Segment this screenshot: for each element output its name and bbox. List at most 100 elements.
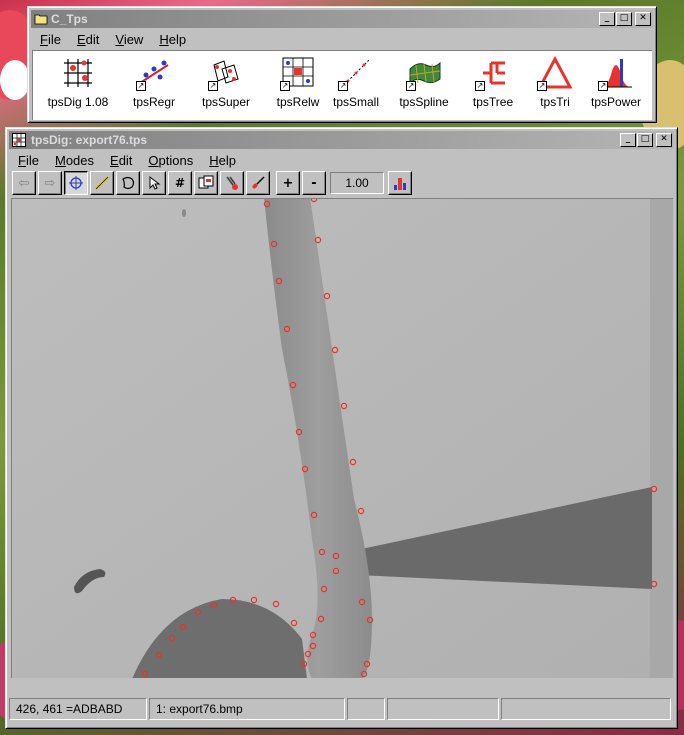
landmark-point[interactable] [314, 236, 322, 244]
menu-edit[interactable]: Edit [69, 30, 107, 49]
zoom-out-button[interactable]: - [302, 171, 326, 195]
histogram-icon [394, 178, 406, 190]
outline-button[interactable] [116, 171, 140, 195]
outline-icon [122, 176, 135, 190]
brush-button[interactable] [246, 171, 270, 195]
maximize-icon: □ [640, 134, 650, 144]
landmark-point[interactable] [650, 485, 658, 493]
landmark-point[interactable] [301, 465, 309, 473]
hash-icon: # [174, 176, 186, 190]
measure-button[interactable] [90, 171, 114, 195]
landmark-point[interactable] [366, 616, 374, 624]
menu-help[interactable]: Help [151, 30, 194, 49]
menu-file[interactable]: File [32, 30, 69, 49]
close-icon: ✕ [660, 134, 668, 144]
landmark-point[interactable] [363, 660, 371, 668]
landmark-point[interactable] [168, 634, 176, 642]
menu-help[interactable]: Help [201, 151, 244, 170]
tweezers-button[interactable] [220, 171, 244, 195]
landmark-point[interactable] [331, 346, 339, 354]
select-button[interactable] [142, 171, 166, 195]
landmark-point[interactable] [275, 277, 283, 285]
landmark-point[interactable] [360, 670, 368, 678]
app-tpspower[interactable]: ↗ tpsPower [579, 55, 653, 109]
maximize-icon: □ [619, 13, 629, 23]
landmark-point[interactable] [229, 596, 237, 604]
pointer-icon [149, 175, 161, 190]
landmark-point[interactable] [210, 601, 218, 609]
landmark-point[interactable] [332, 552, 340, 560]
menu-edit[interactable]: Edit [102, 151, 140, 170]
landmark-point[interactable] [194, 608, 202, 616]
previous-image-button[interactable]: ⇦ [12, 171, 36, 195]
minimize-icon: _ [604, 13, 610, 23]
close-icon: ✕ [639, 13, 647, 23]
shortcut-arrow-icon: ↗ [598, 81, 608, 91]
landmark-point[interactable] [179, 623, 187, 631]
maximize-button[interactable]: □ [616, 12, 632, 26]
status-coordinates: 426, 461 =ADBABD [9, 698, 147, 720]
landmark-point[interactable] [310, 199, 318, 203]
app-tpssmall[interactable]: ↗ tpsSmall [319, 55, 393, 109]
launcher-titlebar[interactable]: C_Tps _ □ ✕ [31, 10, 653, 28]
image-canvas[interactable] [11, 198, 673, 678]
menu-modes[interactable]: Modes [47, 151, 102, 170]
landmark-point[interactable] [141, 670, 149, 678]
landmark-point[interactable] [300, 660, 308, 668]
status-panel-5 [501, 698, 671, 720]
minimize-button[interactable]: _ [599, 12, 615, 26]
minimize-button[interactable]: _ [620, 133, 636, 147]
landmark-point[interactable] [349, 458, 357, 466]
landmark-point[interactable] [357, 507, 365, 515]
menu-options[interactable]: Options [140, 151, 201, 170]
tpsdig-titlebar[interactable]: tpsDig: export76.tps _ □ ✕ [9, 131, 674, 149]
close-button[interactable]: ✕ [656, 133, 672, 147]
copy-image-icon [198, 175, 214, 189]
digitize-landmarks-button[interactable] [64, 171, 88, 195]
landmark-point[interactable] [358, 598, 366, 606]
menu-file[interactable]: File [10, 151, 47, 170]
landmark-point[interactable] [250, 596, 258, 604]
landmark-point[interactable] [290, 619, 298, 627]
landmark-point[interactable] [289, 381, 297, 389]
landmark-point[interactable] [270, 240, 278, 248]
app-tpsspline[interactable]: ↗ tpsSpline [387, 55, 461, 109]
app-tpsdig[interactable]: tpsDig 1.08 [41, 55, 115, 109]
ruler-icon [94, 175, 110, 191]
zoom-in-button[interactable]: + [276, 171, 300, 195]
menu-view[interactable]: View [107, 30, 151, 49]
landmark-point[interactable] [309, 631, 317, 639]
close-button[interactable]: ✕ [635, 12, 651, 26]
app-tpssuper[interactable]: ↗ tpsSuper [189, 55, 263, 109]
landmark-point[interactable] [309, 642, 317, 650]
landmark-point[interactable] [272, 600, 280, 608]
landmark-point[interactable] [310, 511, 318, 519]
landmark-point[interactable] [323, 292, 331, 300]
landmark-point[interactable] [320, 585, 328, 593]
landmark-point[interactable] [295, 428, 303, 436]
landmark-point[interactable] [332, 567, 340, 575]
histogram-button[interactable] [388, 171, 412, 195]
zoom-level-field[interactable]: 1.00 [330, 172, 384, 194]
landmark-point[interactable] [318, 548, 326, 556]
landmark-point[interactable] [650, 580, 658, 588]
maximize-button[interactable]: □ [637, 133, 653, 147]
landmark-overlay [141, 199, 658, 678]
shortcut-arrow-icon: ↗ [136, 81, 146, 91]
shortcut-arrow-icon: ↗ [338, 81, 348, 91]
tpsdig-title: tpsDig: export76.tps [31, 133, 148, 147]
app-tpsregr[interactable]: ↗ tpsRegr [117, 55, 191, 109]
landmark-point[interactable] [340, 402, 348, 410]
app-label: tpsPower [590, 95, 642, 109]
tweezers-icon [226, 176, 238, 190]
tpsdig-app-icon [12, 133, 26, 147]
landmark-point[interactable] [304, 650, 312, 658]
landmark-point[interactable] [155, 651, 163, 659]
status-panel-3 [347, 698, 385, 720]
landmark-point[interactable] [263, 200, 271, 208]
number-landmarks-button[interactable]: # [168, 171, 192, 195]
next-image-button[interactable]: ⇨ [38, 171, 62, 195]
copy-image-button[interactable] [194, 171, 218, 195]
landmark-point[interactable] [283, 325, 291, 333]
landmark-point[interactable] [317, 615, 325, 623]
